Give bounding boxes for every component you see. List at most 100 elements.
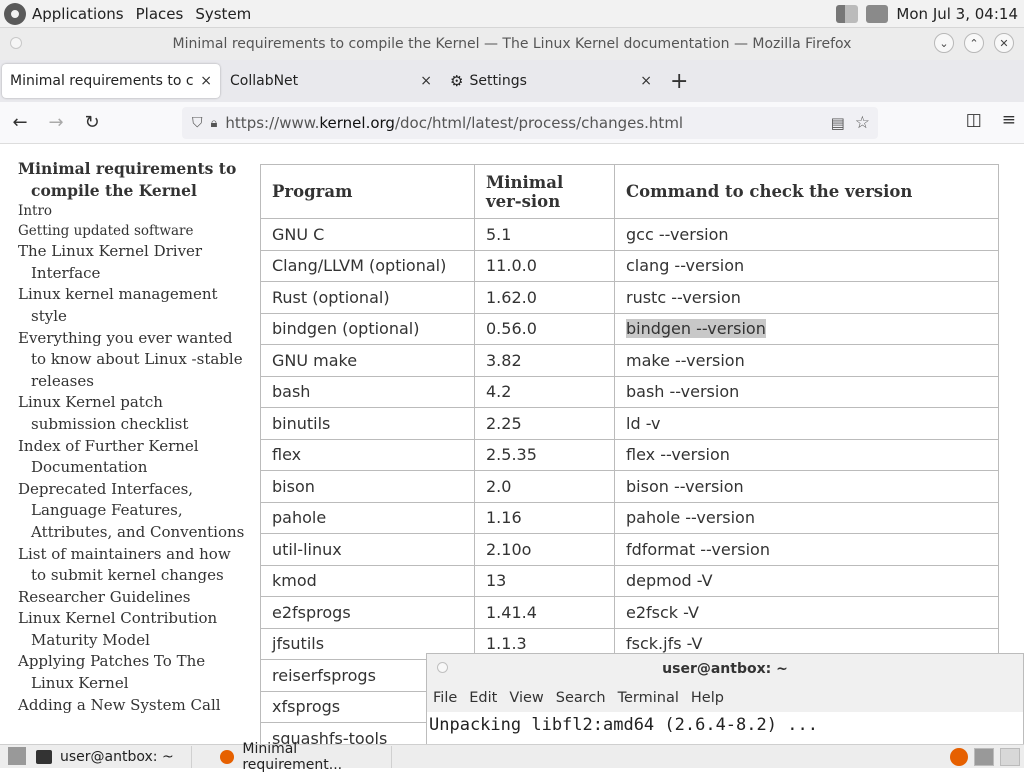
sidebar-link[interactable]: Getting updated software [18,221,248,241]
table-row: Rust (optional) 1.62.0 rustc --version [260,281,999,314]
version-cell: 1.62.0 [474,281,615,314]
program-cell: bison [260,470,475,503]
workspace-1[interactable] [974,747,994,766]
cell-text: bash [272,382,311,402]
url-bar[interactable]: ⛉ 🔒︎ https://www. kernel.org/doc/html/lat… [182,107,878,139]
command-cell: flex --version [614,438,999,471]
sidebar-link[interactable]: Researcher Guidelines [18,587,248,609]
taskbar-firefox[interactable]: Minimal requirement... [192,741,392,773]
sidebar-link[interactable]: Everything you ever wanted to know about… [18,328,248,393]
terminal-menu-edit[interactable]: Edit [469,690,497,706]
new-tab-button[interactable]: + [670,69,688,94]
close-window-button[interactable]: ✕ [994,33,1014,53]
header-min-version: Minimal ver-sion [474,164,615,219]
terminal-menu-help[interactable]: Help [691,690,724,706]
forward-button[interactable]: → [40,107,72,139]
tab-close-icon[interactable]: × [420,73,432,89]
version-cell: 11.0.0 [474,249,615,282]
sidebar-link[interactable]: Linux Kernel Contribution Maturity Model [18,608,248,651]
tab-label: Minimal requirements to com [10,73,194,89]
tab-settings[interactable]: ⚙ Settings × [442,64,660,98]
window-titlebar: Minimal requirements to compile the Kern… [0,28,1024,60]
volume-icon[interactable] [836,4,859,23]
pocket-icon[interactable]: ◫ [966,110,982,130]
app-menu-icon[interactable]: ≡ [1002,110,1016,130]
version-cell: 2.5.35 [474,438,615,471]
places-menu[interactable]: Places [136,5,184,23]
version-cell: 4.2 [474,375,615,408]
sidebar-link[interactable]: Linux Kernel patch submission checklist [18,392,248,435]
window-title: Minimal requirements to compile the Kern… [172,36,852,52]
cell-text: 2.0 [486,476,512,496]
bookmark-star-icon[interactable]: ☆ [855,113,870,133]
cell-text: ld -v [626,413,661,433]
network-icon[interactable] [866,4,889,23]
version-cell: 2.10o [474,533,615,566]
workspace-2[interactable] [1000,747,1020,766]
tab-kernel-doc[interactable]: Minimal requirements to com × [2,64,220,98]
program-cell: pahole [260,501,475,534]
sidebar-link[interactable]: Intro [18,201,248,221]
tab-label: Settings [469,73,527,89]
cell-text: xfsprogs [272,697,341,717]
distro-logo-icon[interactable] [4,2,26,25]
program-cell: Rust (optional) [260,281,475,314]
sidebar-link[interactable]: Linux kernel management style [18,284,248,327]
back-button[interactable]: ← [4,107,36,139]
cell-text: binutils [272,413,331,433]
lock-icon[interactable]: 🔒︎ [211,116,218,131]
terminal-window-menu-icon[interactable] [437,662,448,673]
system-menu[interactable]: System [195,5,251,23]
cell-text: kmod [272,571,317,591]
applications-menu[interactable]: Applications [32,5,124,23]
command-cell: make --version [614,344,999,377]
reader-view-icon[interactable]: ▤ [831,114,845,132]
header-program: Program [260,164,475,219]
program-cell: kmod [260,564,475,597]
program-cell: GNU make [260,344,475,377]
terminal-output[interactable]: Unpacking libfl2:amd64 (2.6.4-8.2) ... [427,712,1023,745]
tracking-protection-icon[interactable]: ⛉ [192,115,203,131]
terminal-menu-search[interactable]: Search [556,690,606,706]
sidebar-link[interactable]: Applying Patches To The Linux Kernel [18,651,248,694]
program-cell: GNU C [260,218,475,251]
terminal-menu-view[interactable]: View [509,690,543,706]
reload-button[interactable]: ↻ [76,107,108,139]
cell-text: bash --version [626,382,740,402]
terminal-titlebar[interactable]: user@antbox: ~ [427,654,1023,684]
command-cell: gcc --version [614,218,999,251]
terminal-window[interactable]: user@antbox: ~ File Edit View Search Ter… [426,653,1024,745]
sidebar-link[interactable]: Adding a New System Call [18,695,248,717]
clock[interactable]: Mon Jul 3, 04:14 [896,5,1018,23]
firefox-launcher-icon[interactable] [950,747,968,766]
maximize-button[interactable]: ⌃ [964,33,984,53]
terminal-line: Unpacking libfl2:amd64 (2.6.4-8.2) ... [429,715,818,735]
cell-text: bison --version [626,476,744,496]
sidebar-link[interactable]: Minimal requirements to compile the Kern… [18,158,248,201]
firefox-icon [220,749,235,764]
terminal-menu-file[interactable]: File [433,690,457,706]
terminal-title: user@antbox: ~ [662,661,788,677]
terminal-menu-terminal[interactable]: Terminal [618,690,679,706]
url-prefix: https://www. [225,114,320,132]
cell-text: 5.1 [486,224,512,244]
tab-collabnet[interactable]: CollabNet × [222,64,440,98]
command-cell: pahole --version [614,501,999,534]
cell-text: GNU make [272,350,358,370]
cell-text: pahole --version [626,508,755,528]
sidebar-link[interactable]: List of maintainers and how to submit ke… [18,544,248,587]
sidebar-link[interactable]: The Linux Kernel Driver Interface [18,241,248,284]
window-menu-icon[interactable] [10,37,22,49]
table-row: e2fsprogs 1.41.4 e2fsck -V [260,596,999,629]
tab-close-icon[interactable]: × [640,73,652,89]
taskbar-terminal[interactable]: user@antbox: ~ [0,745,192,768]
tab-close-icon[interactable]: × [200,73,212,89]
sidebar-link[interactable]: Index of Further Kernel Documentation [18,436,248,479]
table-row: Clang/LLVM (optional) 11.0.0 clang --versi… [260,249,999,282]
cell-text: bindgen --version [626,319,766,339]
minimize-button[interactable]: ⌄ [934,33,954,53]
table-row: pahole 1.16 pahole --version [260,501,999,534]
toc-sidebar: Minimal requirements to compile the Kern… [18,158,248,716]
sidebar-link[interactable]: Deprecated Interfaces, Language Features… [18,479,248,544]
cell-text: depmod -V [626,571,713,591]
